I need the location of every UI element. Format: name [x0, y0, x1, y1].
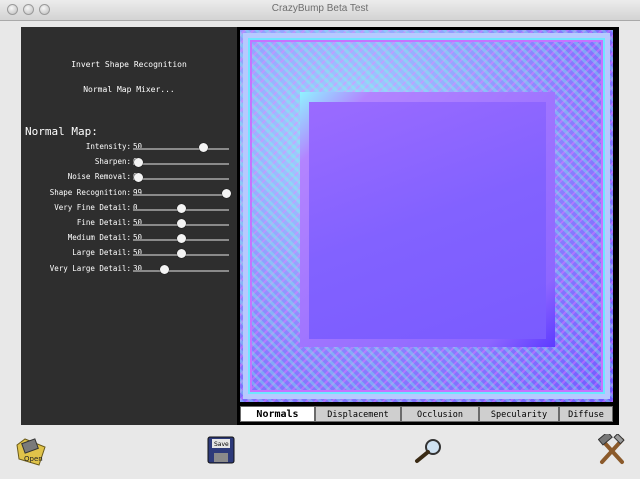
slider-thumb[interactable] [134, 158, 144, 168]
settings-panel: Invert Shape Recognition Normal Map Mixe… [21, 27, 237, 425]
open-label: Open [24, 455, 43, 463]
slider-track[interactable] [133, 193, 229, 196]
slider-row: Intensity: 50 [21, 140, 237, 155]
slider-row: Large Detail: 50 [21, 246, 237, 261]
slider-track[interactable] [133, 178, 229, 181]
window-title: CrazyBump Beta Test [271, 3, 369, 14]
slider-label: Shape Recognition: [49, 187, 131, 197]
slider-thumb[interactable] [176, 249, 186, 259]
save-label: Save [214, 441, 229, 448]
slider-row: Very Fine Detail: 0 [21, 201, 237, 216]
main-area: Invert Shape Recognition Normal Map Mixe… [21, 27, 619, 425]
tab-normals[interactable]: Normals [240, 406, 315, 422]
slider-thumb[interactable] [176, 203, 186, 213]
slider-label: Intensity: [85, 142, 131, 151]
tab-displacement[interactable]: Displacement [315, 406, 401, 422]
slider-track[interactable] [133, 163, 229, 166]
tab-diffuse[interactable]: Diffuse [559, 406, 613, 422]
tab-specularity[interactable]: Specularity [479, 406, 559, 422]
inner-panel [309, 102, 546, 339]
save-button[interactable]: Save [207, 436, 235, 464]
slider-row: Medium Detail: 50 [21, 231, 237, 246]
normal-map-mixer-link[interactable]: Normal Map Mixer... [21, 85, 237, 94]
save-icon: Save [207, 436, 235, 464]
slider-label: Noise Removal: [67, 172, 131, 182]
slider-row: Noise Removal:0 [21, 170, 237, 185]
slider-row: Fine Detail: 50 [21, 216, 237, 231]
normal-map-section-title: Normal Map: [25, 125, 98, 138]
slider-label: Medium Detail: [67, 233, 131, 243]
invert-shape-recognition-link[interactable]: Invert Shape Recognition [21, 60, 237, 69]
slider-thumb[interactable] [134, 173, 144, 183]
slider-label: Very Large Detail: [49, 263, 131, 273]
slider-thumb[interactable] [221, 188, 231, 198]
slider-track[interactable] [133, 148, 229, 150]
normal-map-preview[interactable] [240, 30, 613, 402]
title-bar: CrazyBump Beta Test [0, 0, 640, 21]
slider-label: Large Detail: [72, 248, 131, 258]
slider-thumb[interactable] [176, 219, 186, 228]
open-icon: Open [16, 438, 46, 466]
slider-label: Fine Detail: [76, 218, 131, 227]
slider-row: Very Large Detail: 30 [21, 262, 237, 277]
magnifier-button[interactable] [414, 438, 444, 464]
tab-occlusion[interactable]: Occlusion [401, 406, 479, 422]
tools-icon [597, 431, 625, 464]
map-tabs: Normals Displacement Occlusion Speculari… [240, 406, 613, 422]
slider-row: Sharpen:0 [21, 155, 237, 170]
slider-row: Shape Recognition: 99 [21, 186, 237, 201]
slider-label: Sharpen: [94, 157, 131, 167]
slider-thumb[interactable] [198, 143, 208, 152]
slider-thumb[interactable] [160, 264, 170, 274]
tools-button[interactable] [597, 431, 626, 466]
magnifier-icon [415, 439, 441, 463]
slider-track[interactable] [133, 269, 229, 272]
slider-label: Very Fine Detail: [54, 202, 131, 212]
slider-thumb[interactable] [176, 234, 186, 244]
open-button[interactable]: Open [15, 435, 47, 467]
